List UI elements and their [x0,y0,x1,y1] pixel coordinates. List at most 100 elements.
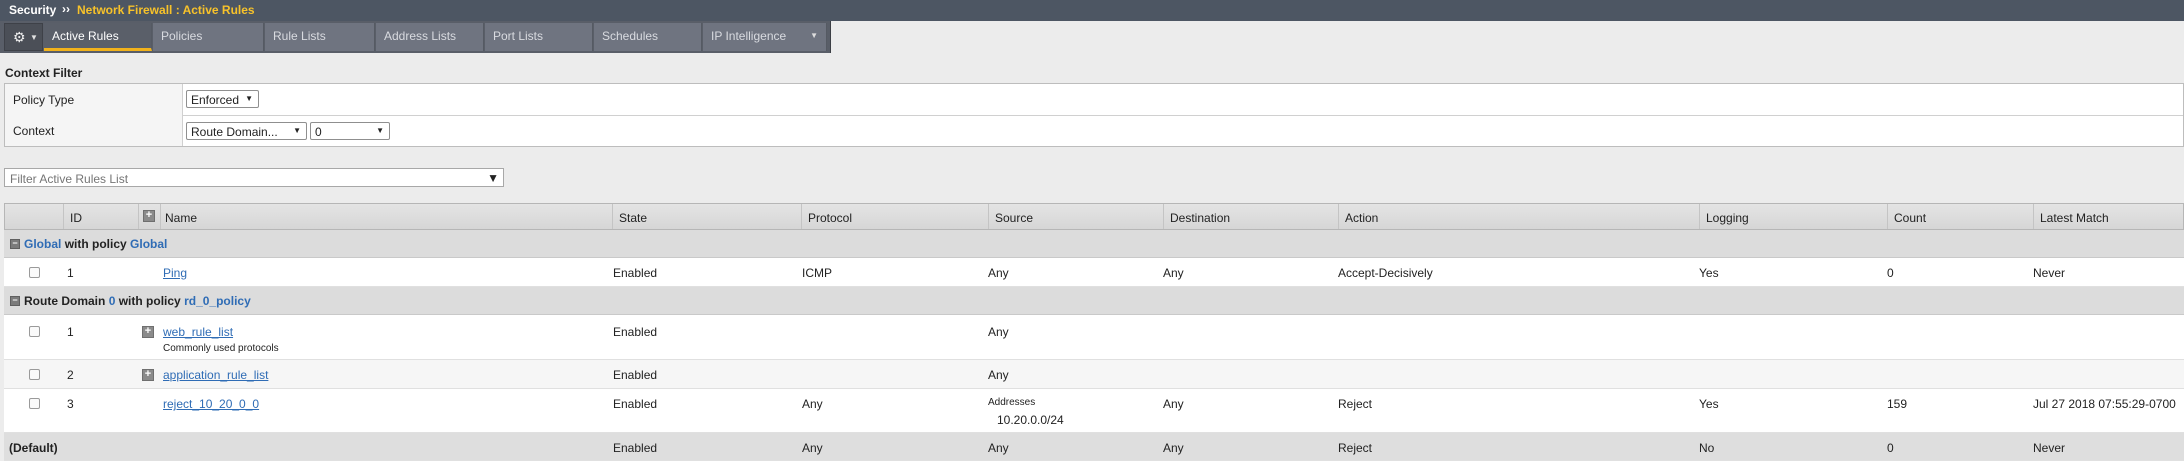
minus-box-icon[interactable]: − [10,239,20,249]
funnel-icon[interactable]: ▼ [487,171,499,185]
context-id-select[interactable]: 0 ▼ [310,122,390,140]
header-id[interactable]: ID [63,204,138,229]
row-state: Enabled [613,368,658,382]
row-checkbox[interactable] [29,398,40,409]
header-latest-match[interactable]: Latest Match [2033,204,2184,229]
breadcrumb-section[interactable]: Security [9,3,56,17]
filter-active-rules-input[interactable] [8,170,482,187]
filter-box: ▼ [4,168,504,187]
tab-policies[interactable]: Policies [153,23,264,51]
row-protocol: ICMP [802,266,832,280]
tab-bar: ⚙ ▼ Active Rules Policies Rule Lists Add… [0,21,831,53]
header-logging[interactable]: Logging [1699,204,1887,229]
caret-down-icon: ▼ [376,126,384,135]
tab-ip-intelligence-label: IP Intelligence [711,29,787,43]
row-count: 159 [1887,397,1908,411]
context-select[interactable]: Route Domain... ▼ [186,122,307,140]
row-source: Any [988,325,1009,339]
row-checkbox[interactable] [29,267,40,278]
group-global-policy-link[interactable]: Global [130,237,167,251]
caret-down-icon: ▼ [30,33,38,42]
header-select-col [5,204,63,229]
tab-port-lists[interactable]: Port Lists [485,23,593,51]
row-state: Enabled [613,266,658,280]
row-latest-match: Jul 27 2018 07:55:29-0700 [2033,397,2176,411]
tab-schedules[interactable]: Schedules [594,23,702,51]
policy-type-select[interactable]: Enforced ▼ [186,90,259,108]
context-label: Context [5,115,183,146]
row-count: 0 [1887,441,1894,455]
header-destination[interactable]: Destination [1163,204,1338,229]
tab-active-rules[interactable]: Active Rules [44,23,152,51]
row-checkbox[interactable] [29,369,40,380]
header-name[interactable]: Name [160,204,612,229]
header-action[interactable]: Action [1338,204,1699,229]
page-title: Network Firewall : Active Rules [77,3,255,17]
row-destination: Any [1163,441,1184,455]
header-count[interactable]: Count [1887,204,2033,229]
title-bar: Security ›› Network Firewall : Active Ru… [0,0,2184,21]
plus-box-icon[interactable]: + [142,369,154,381]
row-state: Enabled [613,325,658,339]
caret-down-icon: ▼ [293,126,301,135]
grid-header: ID + Name State Protocol Source Destinat… [4,203,2184,230]
group-global: − Global with policy Global [4,230,2184,258]
policy-type-row: Policy Type Enforced ▼ [5,84,2183,116]
route-domain-id-link[interactable]: 0 [109,294,116,308]
group-global-link[interactable]: Global [24,237,61,251]
header-protocol[interactable]: Protocol [801,204,988,229]
route-domain-policy-link[interactable]: rd_0_policy [184,294,251,308]
context-id-value: 0 [315,125,322,139]
row-source: Any [988,441,1009,455]
group-global-label: Global with policy Global [24,237,167,251]
default-rule-label: (Default) [9,441,58,455]
context-filter-table: Policy Type Enforced ▼ Context Route Dom… [4,83,2184,147]
gear-menu-button[interactable]: ⚙ ▼ [4,23,43,51]
row-id: 1 [67,325,74,339]
row-source: Any [988,266,1009,280]
policy-type-value: Enforced [191,93,240,107]
row-protocol: Any [802,397,823,411]
row-latest-match: Never [2033,441,2066,455]
plus-box-icon[interactable]: + [143,210,155,222]
minus-box-icon[interactable]: − [10,296,20,306]
breadcrumb-separator: ›› [62,2,70,16]
table-row[interactable]: 2 + application_rule_list Enabled Any [4,360,2184,389]
caret-down-icon: ▼ [245,94,253,103]
caret-down-icon: ▼ [810,31,818,40]
row-action: Accept-Decisively [1338,266,1433,280]
table-row[interactable]: 1 + web_rule_list Commonly used protocol… [4,315,2184,360]
rule-list-name-link[interactable]: web_rule_list [163,325,233,339]
group-route-domain-label: Route Domain 0 with policy rd_0_policy [24,294,251,308]
row-id: 1 [67,266,74,280]
row-destination: Any [1163,397,1184,411]
tab-ip-intelligence[interactable]: IP Intelligence ▼ [703,23,827,51]
row-state: Enabled [613,397,658,411]
row-source-address: 10.20.0.0/24 [997,413,1064,427]
row-checkbox[interactable] [29,326,40,337]
row-state: Enabled [613,441,658,455]
header-state[interactable]: State [612,204,801,229]
table-row[interactable]: 3 reject_10_20_0_0 Enabled Any Addresses… [4,389,2184,433]
context-value: Route Domain... [191,125,278,139]
group-global-mid: with policy [64,237,127,251]
table-row[interactable]: 1 Ping Enabled ICMP Any Any Accept-Decis… [4,258,2184,287]
context-filter-title: Context Filter [5,66,83,80]
rule-list-name-link[interactable]: application_rule_list [163,368,268,382]
tab-address-lists[interactable]: Address Lists [376,23,484,51]
header-expand-col[interactable]: + [138,204,160,229]
rule-name-link[interactable]: Ping [163,266,187,280]
gear-icon: ⚙ [13,29,26,45]
row-logging: Yes [1699,266,1719,280]
default-rule-row: (Default) Enabled Any Any Any Reject No … [4,433,2184,461]
row-protocol: Any [802,441,823,455]
plus-box-icon[interactable]: + [142,326,154,338]
header-source[interactable]: Source [988,204,1163,229]
rule-name-link[interactable]: reject_10_20_0_0 [163,397,259,411]
row-logging: Yes [1699,397,1719,411]
row-action: Reject [1338,397,1373,411]
tab-rule-lists[interactable]: Rule Lists [265,23,375,51]
policy-type-label: Policy Type [5,84,183,115]
row-count: 0 [1887,266,1894,280]
row-latest-match: Never [2033,266,2066,280]
